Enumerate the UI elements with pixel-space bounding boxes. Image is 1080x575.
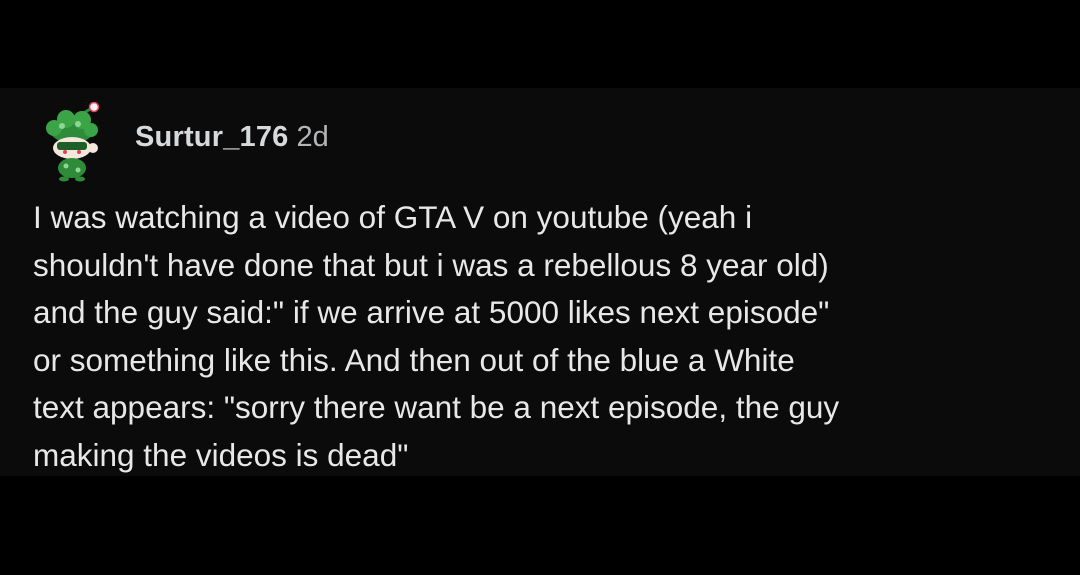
screenshot-page: Surtur_176 2d I was watching a video of … <box>0 0 1080 575</box>
comment-line: shouldn't have done that but i was a reb… <box>33 246 829 283</box>
comment-line: making the videos is dead" <box>33 436 409 473</box>
comment-line: I was watching a video of GTA V on youtu… <box>33 199 753 235</box>
comment-line: or something like this. And then out of … <box>33 341 795 378</box>
comment-author[interactable]: Surtur_176 <box>135 121 289 154</box>
comment-meta: Surtur_176 2d <box>135 121 329 161</box>
comment-age: 2d <box>296 121 329 153</box>
comment-body: I was watching a video of GTA V on youtu… <box>33 194 1063 479</box>
snoo-avatar-icon[interactable] <box>40 102 110 182</box>
comment-line: and the guy said:" if we arrive at 5000 … <box>33 294 830 330</box>
comment-line: text appears: "sorry there want be a nex… <box>33 389 840 425</box>
comment-card: Surtur_176 2d I was watching a video of … <box>0 88 1080 476</box>
